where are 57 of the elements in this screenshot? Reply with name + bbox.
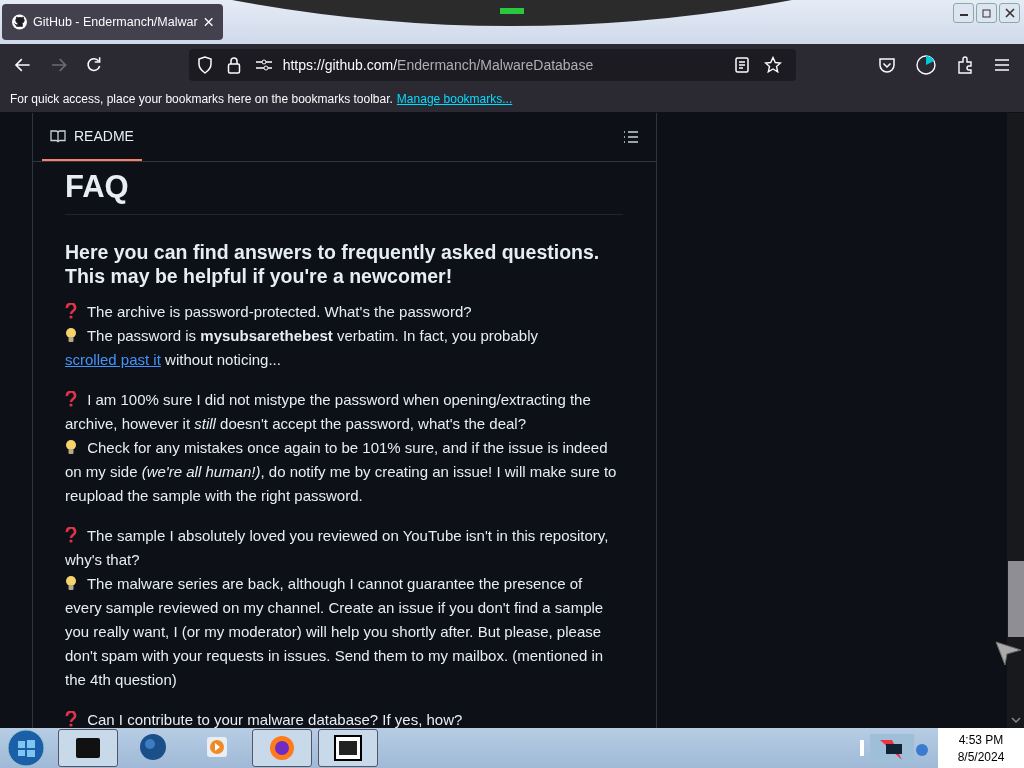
intro-heading: Here you can find answers to frequently asked questions. This may be helpful if you're a newcomer!	[65, 240, 601, 288]
forward-icon[interactable]	[49, 56, 68, 74]
question-text: Can I contribute to your malware database? If yes, how?	[65, 708, 623, 728]
taskbar-app-button[interactable]	[58, 729, 118, 767]
question-text: I am 100% sure I did not mistype the password when opening/extracting the archive, however it still doesn't accept the password, what's the deal?	[65, 390, 592, 434]
clock-time: 4:53 PM	[958, 732, 1004, 747]
star-icon[interactable]	[764, 56, 782, 74]
book-icon	[50, 129, 66, 143]
question-text: The archive is password-protected. What's the password?	[65, 300, 623, 324]
account-icon[interactable]	[916, 55, 936, 75]
cursor-icon	[995, 638, 1023, 666]
answer-text: The malware series are back, although I cannot guarantee the presence of every sample reviewed on my channel. Create an issue if you don't find a sample you really want, I (or my moderator) will help you shortly after. But please, please don't spam with your requests in issues. Send them to my mailbox. (mentioned in the 4th question)	[65, 574, 605, 690]
bookmarks-message: For quick access, place your bookmarks here on the bookmarks toolbar.	[10, 92, 393, 106]
scroll-down-icon[interactable]	[1011, 716, 1021, 724]
close-button[interactable]	[999, 3, 1020, 23]
back-icon[interactable]	[14, 56, 32, 74]
menu-icon[interactable]	[994, 58, 1010, 72]
url-text: https://github.com/Endermanch/MalwareDatabase	[282, 57, 595, 73]
start-button[interactable]	[6, 728, 46, 768]
browser-tab[interactable]: GitHub - Endermanch/Malwar	[2, 4, 223, 40]
scrolled-past-link[interactable]: scrolled past it	[65, 351, 161, 368]
address-bar[interactable]: https://github.com/Endermanch/MalwareDatabase	[188, 49, 796, 81]
answer-text: Check for any mistakes once again to be 101% sure, and if the issue is indeed on my side (we're all human!), do notify me by creating an issue! I will make sure to reupload the sample with the right password.	[65, 438, 618, 506]
sliders-icon	[254, 58, 273, 72]
close-icon[interactable]	[203, 17, 213, 27]
manage-bookmarks-link[interactable]: Manage bookmarks...	[396, 92, 513, 106]
answer-text: The password is mysubsarethebest verbatim. In fact, you probably scrolled past it without noticing...	[65, 326, 539, 370]
reader-view-icon[interactable]	[734, 57, 750, 73]
question-mark-icon	[65, 391, 77, 407]
archiver-icon	[333, 735, 363, 761]
lightbulb-icon	[65, 327, 77, 343]
tab-title: GitHub - Endermanch/Malwar	[33, 15, 198, 29]
question-mark-icon	[65, 711, 77, 727]
shield-icon	[196, 56, 213, 74]
globe-icon	[138, 732, 168, 762]
lightbulb-icon	[65, 439, 77, 455]
github-icon	[12, 14, 27, 30]
close-icon	[1004, 8, 1015, 18]
question-mark-icon	[65, 303, 77, 319]
question-mark-icon	[65, 527, 77, 543]
scrollbar-thumb[interactable]	[1008, 561, 1024, 637]
clock[interactable]: 4:53 PM 8/5/2024	[938, 728, 1024, 768]
minimize-button[interactable]	[953, 3, 974, 23]
browser-icon	[267, 733, 297, 763]
readme-tab[interactable]: README	[42, 113, 142, 161]
scrollbar[interactable]	[1007, 113, 1024, 728]
maximize-icon	[981, 8, 992, 18]
reload-icon[interactable]	[85, 56, 103, 74]
outline-list-icon[interactable]	[623, 130, 639, 144]
taskbar-app-button[interactable]	[318, 729, 378, 767]
lock-icon	[226, 56, 241, 74]
clock-date: 8/5/2024	[957, 749, 1005, 764]
lightbulb-icon	[65, 575, 77, 591]
puzzle-icon[interactable]	[956, 56, 974, 74]
faq-heading: FAQ	[65, 168, 623, 215]
pocket-icon[interactable]	[878, 56, 896, 74]
question-text: The sample I absolutely loved you reviewed on YouTube isn't in this repository, why's that?	[65, 526, 610, 570]
